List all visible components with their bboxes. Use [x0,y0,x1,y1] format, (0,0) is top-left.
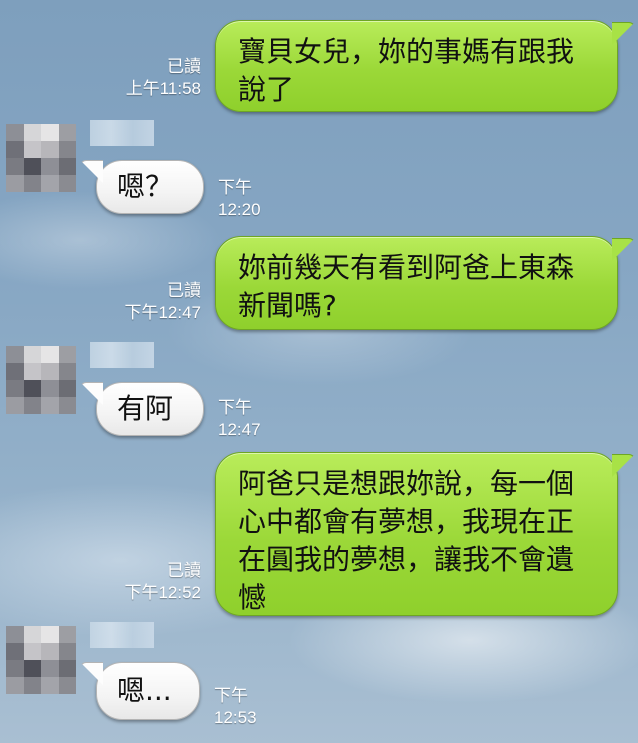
message-text-line: 憾 [238,581,267,614]
bubble-tail [80,662,103,685]
timestamp: 下午12:47 [218,398,261,439]
read-receipt: 已讀 [167,561,201,580]
timestamp: 下午12:20 [218,178,261,219]
bubble-tail [612,454,635,477]
message-text-line: 寶貝女兒，妳的事媽有跟我 [238,35,575,68]
pixelated-avatar-icon[interactable] [6,346,76,414]
message-meta: 已讀 下午12:47 [80,280,201,324]
pixelated-avatar-icon[interactable] [6,626,76,694]
contact-name-redacted [90,622,154,648]
bubble-tail [80,160,103,183]
read-receipt: 已讀 [167,281,201,300]
message-text-line: 嗯... [117,674,172,707]
message-text-line: 心中都會有夢想，我現在正 [238,505,575,538]
message-bubble[interactable]: 嗯？ [96,160,204,214]
message-text-line: 新聞嗎? [238,289,337,322]
message-text-line: 妳前幾天有看到阿爸上東森 [238,251,575,284]
message-bubble[interactable]: 阿爸只是想跟妳說，每一個 心中都會有夢想，我現在正 在圓我的夢想，讓我不會遺 憾 [215,452,618,616]
message-text-line: 嗯？ [117,170,174,203]
timestamp: 下午12:52 [124,583,201,602]
message-meta: 已讀 上午11:58 [80,56,201,100]
message-meta: 已讀 下午12:52 [80,560,201,604]
message-text-line: 有阿 [117,392,174,425]
message-text-line: 在圓我的夢想，讓我不會遺 [238,543,575,576]
timestamp: 下午12:47 [124,303,201,322]
message-bubble[interactable]: 寶貝女兒，妳的事媽有跟我 說了 [215,20,618,112]
timestamp: 上午11:58 [125,79,201,98]
contact-name-redacted [90,342,154,368]
message-bubble[interactable]: 嗯... [96,662,200,720]
message-text-line: 阿爸只是想跟妳說，每一個 [238,467,575,500]
timestamp: 下午12:53 [214,686,257,727]
message-bubble[interactable]: 有阿 [96,382,204,436]
pixelated-avatar-icon[interactable] [6,124,76,192]
message-text-line: 說了 [238,73,295,106]
contact-name-redacted [90,120,154,146]
read-receipt: 已讀 [167,57,201,76]
bubble-tail [80,382,103,405]
bubble-tail [612,238,635,261]
message-bubble[interactable]: 妳前幾天有看到阿爸上東森 新聞嗎? [215,236,618,330]
